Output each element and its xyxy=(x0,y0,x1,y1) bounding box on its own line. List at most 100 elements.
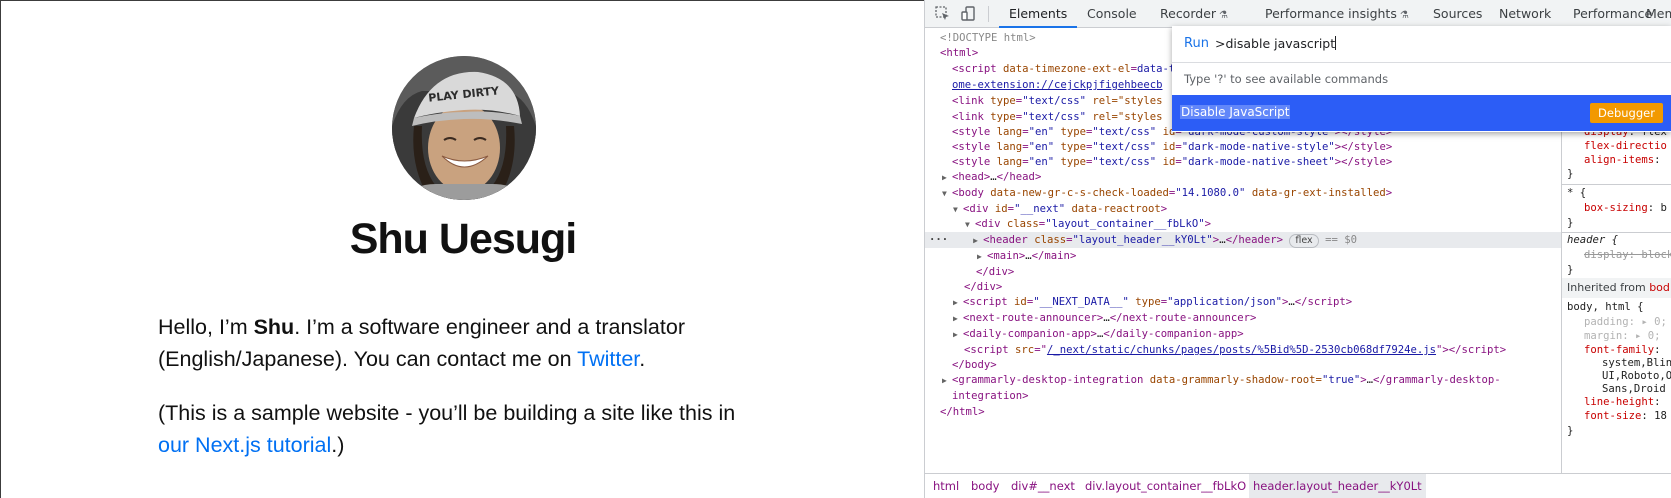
rule-close: } xyxy=(1567,217,1574,229)
expand-triangle-icon[interactable]: ▶ xyxy=(973,233,983,249)
inherited-label: Inherited from xyxy=(1567,281,1650,294)
expand-triangle-icon[interactable]: ▶ xyxy=(953,311,963,327)
tab-recorder-label: Recorder xyxy=(1160,6,1217,21)
dom-node[interactable]: ▼ <div id="__next" data-reactroot> xyxy=(925,201,1561,217)
style-id: "dark-mode-native-sheet" xyxy=(1181,156,1335,168)
tutorial-end: .) xyxy=(331,433,345,457)
dom-node[interactable]: ▶ <next-route-announcer>…</next-route-ann… xyxy=(925,310,1561,326)
doctype-text: <!DOCTYPE html> xyxy=(940,32,1036,44)
style-declaration[interactable]: box-sizing: b xyxy=(1584,201,1667,216)
toolbar-divider xyxy=(988,6,989,22)
intro-name: Shu xyxy=(253,315,295,339)
breadcrumb-next-div[interactable]: div#__next xyxy=(1007,474,1079,498)
html-close-tag: </html> xyxy=(940,406,985,418)
dom-node[interactable]: </body> xyxy=(925,357,1561,373)
style-declaration[interactable]: font-size: 18 xyxy=(1584,409,1667,424)
html-open-tag: <html> xyxy=(940,47,979,59)
header-class-value: "layout_header__kY0Lt" xyxy=(1072,234,1213,246)
collapse-triangle-icon[interactable]: ▼ xyxy=(965,217,975,233)
grammarly-attr-value: "true" xyxy=(1321,374,1361,386)
tutorial-text: (This is a sample website - you’ll be bu… xyxy=(158,401,736,425)
dom-node[interactable]: ▼ <body data-new-gr-c-s-check-loaded="14.… xyxy=(925,185,1561,201)
dom-node[interactable]: </div> xyxy=(925,264,1561,280)
tab-memory[interactable]: Memo xyxy=(1638,0,1671,28)
breadcrumb-body[interactable]: body xyxy=(967,474,1003,498)
link-attr: rel="styles xyxy=(1092,95,1163,107)
div-id-value: "__next" xyxy=(1014,203,1066,215)
tab-console[interactable]: Console xyxy=(1079,0,1145,28)
overridden-declaration[interactable]: display: block xyxy=(1584,248,1671,263)
breadcrumb-header[interactable]: header.layout_header__kY0Lt xyxy=(1249,474,1426,498)
expand-triangle-icon[interactable]: ▶ xyxy=(942,373,952,389)
profile-avatar: PLAY DIRTY xyxy=(392,56,536,200)
script-src-link[interactable]: /_next/static/chunks/pages/posts/%5Bid%5… xyxy=(1047,344,1436,356)
devtools-toolbar: Elements Console Recorder ⚗ Performance i… xyxy=(925,0,1671,28)
grammarly-attr: data-grammarly-shadow-root= xyxy=(1149,374,1322,386)
command-result-label: Disable JavaScript xyxy=(1180,105,1291,119)
dom-node[interactable]: <style lang="en" type="text/css" id="dar… xyxy=(925,154,1561,170)
command-query-text: >disable javascript xyxy=(1215,36,1336,51)
style-declaration[interactable]: padding: ▸ 0; xyxy=(1584,315,1667,330)
dom-node[interactable]: ▶ <head>…</head> xyxy=(925,169,1561,185)
style-declaration[interactable]: margin: ▸ 0; xyxy=(1584,329,1661,344)
style-id: "dark-mode-native-style" xyxy=(1181,141,1335,153)
div-class-value: "layout_container__fbLkO" xyxy=(1045,218,1205,230)
selected-node-marker: == $0 xyxy=(1325,234,1357,246)
style-declaration[interactable]: flex-directio xyxy=(1584,139,1667,154)
breadcrumb-html[interactable]: html xyxy=(929,474,963,498)
tab-recorder[interactable]: Recorder ⚗ xyxy=(1152,0,1236,28)
site-title: Shu Uesugi xyxy=(349,215,578,263)
dom-node[interactable]: <script src="/_next/static/chunks/pages/… xyxy=(925,342,1561,358)
style-declaration[interactable]: align-items: xyxy=(1584,153,1661,168)
tab-network[interactable]: Network xyxy=(1491,0,1559,28)
tutorial-paragraph: (This is a sample website - you’ll be bu… xyxy=(158,397,758,461)
dom-node[interactable]: </div> xyxy=(925,279,1561,295)
command-query[interactable]: >disable javascript xyxy=(1215,36,1337,51)
command-input[interactable]: Run >disable javascript xyxy=(1172,26,1671,63)
expand-triangle-icon[interactable]: ▶ xyxy=(953,327,963,343)
dom-node[interactable]: <style lang="en" type="text/css" id="dar… xyxy=(925,139,1561,155)
dom-node[interactable]: ▶ <script id="__NEXT_DATA__" type="applic… xyxy=(925,294,1561,310)
expand-triangle-icon[interactable]: ▶ xyxy=(942,170,952,186)
dom-node[interactable]: ▶ <main>…</main> xyxy=(925,248,1561,264)
twitter-link[interactable]: Twitter xyxy=(577,347,639,371)
device-toolbar-icon[interactable] xyxy=(959,4,979,24)
body-html-selector[interactable]: body, html { xyxy=(1567,300,1644,315)
dom-node[interactable]: ▶ <daily-companion-app>…</daily-companion… xyxy=(925,326,1561,342)
tab-performance-insights[interactable]: Performance insights ⚗ xyxy=(1257,0,1417,28)
command-menu: Run >disable javascript Type '?' to see … xyxy=(1172,26,1671,132)
rule-close: } xyxy=(1567,425,1574,437)
script-id-value: "__NEXT_DATA__" xyxy=(1033,296,1129,308)
website-viewport: PLAY DIRTY Shu Uesugi Hello, I’m Shu. I’… xyxy=(0,0,924,498)
dom-node-selected[interactable]: ··· ▶ <header class="layout_header__kY0Lt"… xyxy=(925,232,1561,248)
command-hint: Type '?' to see available commands xyxy=(1184,72,1389,86)
command-prefix: Run xyxy=(1184,36,1209,51)
star-selector[interactable]: * { xyxy=(1567,186,1586,201)
dom-node[interactable]: ▼ <div class="layout_container__fbLkO"> xyxy=(925,216,1561,232)
inherited-link[interactable]: bod xyxy=(1649,281,1670,294)
expand-triangle-icon[interactable]: ▶ xyxy=(977,249,987,265)
nextjs-tutorial-link[interactable]: our Next.js tutorial xyxy=(158,433,331,457)
extension-link[interactable]: ome-extension://cejckpjfigehbeecb xyxy=(952,79,1162,91)
intro-text: Hello, I’m xyxy=(158,315,254,339)
dom-node[interactable]: integration> xyxy=(925,388,1561,404)
expand-triangle-icon[interactable]: ▶ xyxy=(953,295,963,311)
collapse-triangle-icon[interactable]: ▼ xyxy=(942,186,952,202)
rule-close: } xyxy=(1567,264,1574,276)
style-declaration[interactable]: line-height: xyxy=(1584,395,1661,410)
dom-node[interactable]: </html> xyxy=(925,404,1561,420)
header-selector[interactable]: header { xyxy=(1567,233,1618,248)
dom-node[interactable]: ▶ <grammarly-desktop-integration data-gra… xyxy=(925,372,1561,388)
breadcrumb: html body div#__next div.layout_containe… xyxy=(925,473,1671,498)
intro-paragraph: Hello, I’m Shu. I’m a software engineer … xyxy=(158,311,758,375)
inspect-element-icon[interactable] xyxy=(933,4,953,24)
link-attr: rel="styles xyxy=(1092,111,1163,123)
command-result-disable-javascript[interactable]: Disable JavaScript Debugger xyxy=(1172,95,1671,131)
flex-badge[interactable]: flex xyxy=(1289,234,1319,248)
tab-elements[interactable]: Elements xyxy=(999,0,1078,28)
tab-sources[interactable]: Sources xyxy=(1425,0,1490,28)
more-options-icon[interactable]: ··· xyxy=(929,234,948,246)
breadcrumb-container-div[interactable]: div.layout_container__fbLkO xyxy=(1081,474,1250,498)
command-category-badge: Debugger xyxy=(1590,103,1663,123)
rule-close: } xyxy=(1567,168,1574,180)
